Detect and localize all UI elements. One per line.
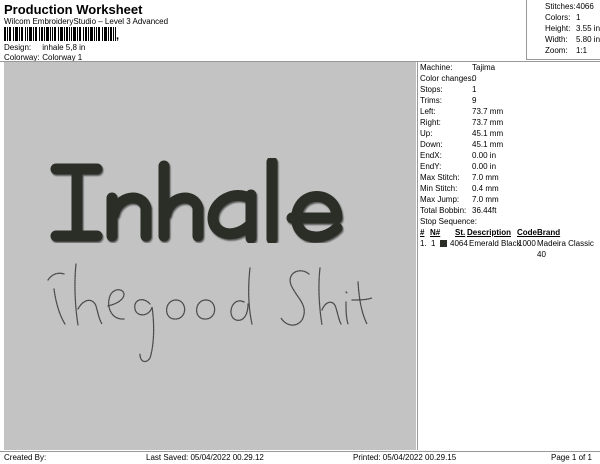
- spec-label: Max Jump:: [420, 195, 460, 204]
- specifications-panel: Machine: Tajima Color changes: 0 Stops: 1 T…: [417, 62, 600, 450]
- barcode: [4, 27, 116, 41]
- spec-label: Left:: [420, 107, 436, 116]
- software-name: Wilcom EmbroideryStudio – Level 3 Advanc…: [4, 17, 169, 26]
- the-good-shit-running-stitch: [47, 263, 373, 363]
- stop-sequence-header: # N# St. Description Code Brand: [420, 227, 600, 238]
- spec-machine: Machine: Tajima: [420, 62, 600, 73]
- barcode-suffix: ,: [116, 30, 120, 42]
- spec-down: Down: 45.1 mm: [420, 139, 600, 150]
- spec-value: Tajima: [472, 63, 496, 72]
- spec-value: 73.7 mm: [472, 118, 504, 127]
- spec-label: EndX:: [420, 151, 442, 160]
- spec-endx: EndX: 0.00 in: [420, 150, 600, 161]
- stat-value: 5.80 in: [576, 35, 600, 44]
- spec-value: 45.1 mm: [472, 129, 504, 138]
- col-brand: Brand: [537, 228, 561, 237]
- spec-value: 45.1 mm: [472, 140, 504, 149]
- spec-value: 9: [472, 96, 477, 105]
- spec-trims: Trims: 9: [420, 95, 600, 106]
- stat-label: Zoom:: [545, 46, 568, 55]
- created-by: Created By:: [4, 453, 47, 462]
- spec-label: EndY:: [420, 162, 442, 171]
- spec-value: 0.00 in: [472, 162, 497, 171]
- col-code: Code: [517, 228, 537, 237]
- spec-value: 0: [472, 74, 477, 83]
- spec-max-jump: Max Jump: 7.0 mm: [420, 194, 600, 205]
- stats-panel: Stitches: 4066 Colors: 1 Height: 3.55 in…: [526, 0, 600, 60]
- stat-value: 4066: [576, 2, 594, 11]
- design-label: Design:: [4, 43, 32, 52]
- spec-value: 1: [472, 85, 477, 94]
- spec-label: Total Bobbin:: [420, 206, 467, 215]
- spec-label: Right:: [420, 118, 441, 127]
- spec-value: 0.4 mm: [472, 184, 499, 193]
- spec-value: 0.00 in: [472, 151, 497, 160]
- row-description: Emerald Black: [469, 239, 521, 248]
- row-stitches: 4064: [450, 239, 468, 248]
- stat-label: Stitches:: [545, 2, 576, 11]
- stat-label: Width:: [545, 35, 568, 44]
- stat-colors: Colors: 1: [527, 12, 600, 23]
- printed-date: Printed: 05/04/2022 00.29.15: [353, 453, 457, 462]
- spec-label: Machine:: [420, 63, 453, 72]
- stat-label: Height:: [545, 24, 571, 33]
- spec-value: 7.0 mm: [472, 173, 499, 182]
- spec-label: Color changes:: [420, 74, 474, 83]
- table-row: 1. 1 4064 Emerald Black 1000 Madeira Cla…: [420, 238, 600, 259]
- spec-total-bobbin: Total Bobbin: 36.44ft: [420, 205, 600, 216]
- last-saved: Last Saved: 05/04/2022 00.29.12: [146, 453, 264, 462]
- design-value: inhale 5,8 in: [42, 43, 86, 52]
- stat-value: 1:1: [576, 46, 588, 55]
- stat-label: Colors:: [545, 13, 571, 22]
- thread-color-swatch: [440, 240, 447, 247]
- spec-stops: Stops: 1: [420, 84, 600, 95]
- stat-height: Height: 3.55 in: [527, 23, 600, 34]
- spec-value: 73.7 mm: [472, 107, 504, 116]
- stat-zoom: Zoom: 1:1: [527, 45, 600, 56]
- design-preview: [4, 62, 416, 450]
- stop-sequence-title: Stop Sequence:: [420, 217, 477, 226]
- spec-label: Max Stitch:: [420, 173, 460, 182]
- row-index: 1.: [420, 239, 427, 248]
- spec-max-stitch: Max Stitch: 7.0 mm: [420, 172, 600, 183]
- col-needle: N#: [430, 228, 441, 237]
- worksheet-title: Production Worksheet: [4, 2, 143, 17]
- stat-value: 3.55 in: [576, 24, 600, 33]
- stat-stitches: Stitches: 4066: [527, 1, 600, 12]
- spec-up: Up: 45.1 mm: [420, 128, 600, 139]
- spec-right: Right: 73.7 mm: [420, 117, 600, 128]
- col-index: #: [420, 228, 425, 237]
- spec-left: Left: 73.7 mm: [420, 106, 600, 117]
- row-code: 1000: [518, 239, 536, 248]
- row-needle: 1: [431, 239, 436, 248]
- col-stitches: St.: [455, 228, 466, 237]
- spec-label: Trims:: [420, 96, 442, 105]
- stat-value: 1: [576, 13, 581, 22]
- inhale-satin-text: [50, 156, 343, 245]
- embroidery-artwork: [47, 156, 373, 363]
- spec-label: Up:: [420, 129, 433, 138]
- spec-endy: EndY: 0.00 in: [420, 161, 600, 172]
- spec-label: Down:: [420, 140, 443, 149]
- spec-min-stitch: Min Stitch: 0.4 mm: [420, 183, 600, 194]
- footer-divider: [0, 451, 600, 452]
- spec-label: Min Stitch:: [420, 184, 458, 193]
- row-brand: Madeira Classic 40: [537, 239, 594, 259]
- stat-width: Width: 5.80 in: [527, 34, 600, 45]
- spec-label: Stops:: [420, 85, 443, 94]
- spec-value: 7.0 mm: [472, 195, 499, 204]
- spec-color-changes: Color changes: 0: [420, 73, 600, 84]
- col-description: Description: [467, 228, 512, 237]
- page-number: Page 1 of 1: [551, 453, 592, 462]
- design-row: Design: inhale 5,8 in: [4, 43, 85, 52]
- spec-value: 36.44ft: [472, 206, 497, 215]
